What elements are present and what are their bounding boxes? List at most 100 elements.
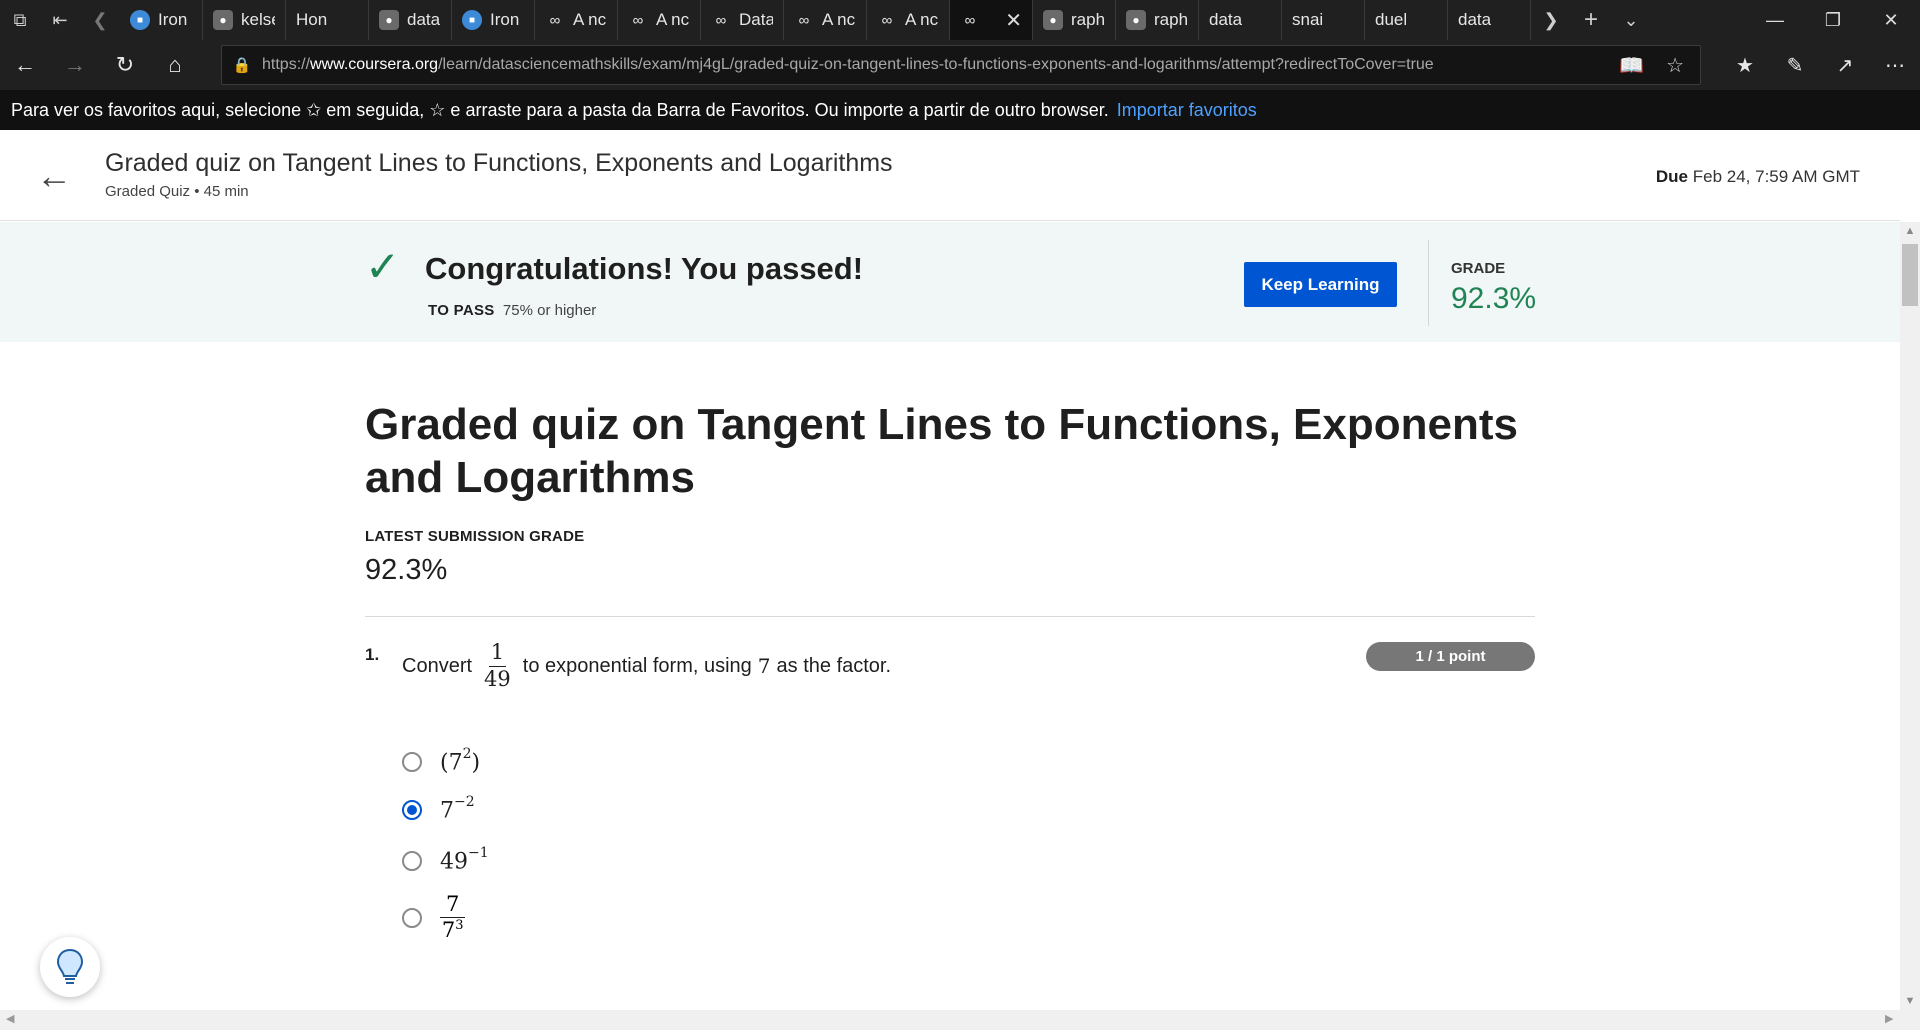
question-text-before: Convert (402, 654, 473, 677)
horizontal-scrollbar[interactable]: ◀ ▶ (0, 1010, 1920, 1030)
scroll-up-icon[interactable]: ▲ (1900, 222, 1920, 240)
browser-tab-bar: ⧉ ⇤ ❮ ■ Iron ● kelsé Hon ● data ■ Iron ∞ A nc ∞ A nc… (0, 0, 1920, 147)
option-base: (7 (440, 750, 463, 776)
tab-label: snai (1292, 10, 1324, 29)
browser-tab[interactable]: ■ Iron (120, 0, 203, 40)
github-favicon-icon: ● (379, 10, 399, 30)
browser-tab[interactable]: ● kelsé (203, 0, 286, 40)
option-math: 49−1 (440, 845, 489, 875)
section-divider (365, 616, 1535, 617)
answer-option-2[interactable]: 7−2 (402, 794, 475, 824)
close-window-icon[interactable]: ✕ (1862, 0, 1920, 40)
browser-tab[interactable]: ● raph (1116, 0, 1199, 40)
new-tab-icon[interactable]: + (1571, 0, 1611, 40)
browser-tab[interactable]: ■ Iron (452, 0, 535, 40)
browser-tab[interactable]: Hon (0, 0, 369, 147)
browser-tab[interactable]: ● raph (1033, 0, 1116, 40)
set-aside-tabs-icon[interactable]: ⇤ (40, 0, 80, 40)
scroll-tabs-left-icon[interactable]: ❮ (80, 0, 120, 40)
option-math: 7−2 (440, 794, 475, 824)
refresh-icon[interactable]: ↻ (100, 40, 150, 90)
divider (1428, 240, 1429, 326)
reading-view-icon[interactable]: 📖 (1619, 53, 1644, 78)
tab-label: kelsé (241, 10, 275, 29)
restore-icon[interactable]: ❐ (1804, 0, 1862, 40)
lightbulb-help-button[interactable] (40, 937, 100, 997)
browser-tab[interactable]: ∞ A nc (618, 0, 701, 40)
option-fraction: 7 73 (440, 892, 466, 943)
url-prefix: https:// (262, 56, 311, 73)
option-base: 7 (440, 798, 454, 824)
radio-button[interactable] (402, 907, 422, 928)
more-icon[interactable]: ⋯ (1870, 53, 1920, 78)
tab-label: Data (739, 10, 773, 29)
quiz-title: Graded quiz on Tangent Lines to Function… (365, 400, 1518, 502)
radio-button[interactable] (402, 752, 422, 773)
fraction-numerator: 1 (488, 640, 507, 667)
tab-label: duel (1375, 10, 1408, 29)
latest-grade-value: 92.3% (365, 554, 448, 586)
url-field[interactable]: 🔒 https://www.coursera.org/learn/datasci… (221, 45, 1701, 85)
browser-tab[interactable]: ∞ Data (701, 0, 784, 40)
home-icon[interactable]: ⌂ (150, 40, 200, 90)
favorite-star-icon[interactable]: ☆ (1666, 53, 1684, 78)
keep-learning-button[interactable]: Keep Learning (1244, 262, 1397, 307)
tab-label: Hon (296, 10, 328, 29)
github-favicon-icon: ● (1126, 10, 1146, 30)
scroll-down-icon[interactable]: ▼ (1900, 992, 1920, 1010)
back-icon[interactable]: ← (0, 40, 50, 90)
share-icon[interactable]: ↗ (1820, 53, 1870, 78)
grade-value: 92.3% (1451, 282, 1537, 315)
radio-button-selected[interactable] (402, 800, 422, 821)
header-title: Graded quiz on Tangent Lines to Function… (105, 149, 893, 177)
url-host: www.coursera.org (310, 56, 439, 73)
vertical-scrollbar[interactable]: ▲ ▼ (1900, 222, 1920, 1010)
browser-tab[interactable]: data (0, 0, 1282, 147)
browser-tab[interactable]: ● data (369, 0, 452, 40)
to-pass-info: TO PASS 75% or higher (428, 302, 596, 319)
browser-tab[interactable]: ∞ ✕ (950, 0, 1033, 40)
option-tail: ) (471, 750, 481, 776)
scroll-right-icon[interactable]: ▶ (1885, 1012, 1893, 1025)
tab-list-chevron-icon[interactable]: ⌄ (1611, 0, 1651, 40)
pass-message: Congratulations! You passed! (425, 251, 864, 286)
option-base: 7 (441, 918, 456, 943)
infinity-favicon-icon: ∞ (881, 11, 893, 29)
infinity-favicon-icon: ∞ (632, 11, 644, 29)
tab-label: A nc (905, 10, 939, 29)
answer-option-4[interactable]: 7 73 (402, 892, 466, 943)
points-badge: 1 / 1 point (1366, 642, 1535, 671)
infinity-favicon-icon: ∞ (715, 11, 727, 29)
option-exponent: 2 (462, 746, 472, 762)
infinity-favicon-icon: ∞ (549, 11, 561, 29)
browser-tab[interactable]: snai (0, 0, 1365, 147)
close-tab-icon[interactable]: ✕ (1005, 8, 1022, 33)
due-value: Feb 24, 7:59 AM GMT (1692, 167, 1860, 186)
favorites-list-icon[interactable]: ★ (1720, 53, 1770, 78)
scroll-left-icon[interactable]: ◀ (6, 1012, 14, 1025)
scrollbar-thumb[interactable] (1902, 244, 1918, 306)
radio-button[interactable] (402, 851, 422, 872)
answer-option-1[interactable]: (72) (402, 746, 481, 776)
tab-label: A nc (573, 10, 607, 29)
browser-tab[interactable]: duel (0, 0, 1448, 147)
github-favicon-icon: ● (213, 10, 233, 30)
option-base: 49 (440, 849, 468, 875)
browser-tab[interactable]: ∞ A nc (535, 0, 618, 40)
browser-tab[interactable]: ∞ A nc (867, 0, 950, 40)
tab-label: data (1458, 10, 1492, 29)
option-exponent: −2 (454, 794, 475, 810)
tab-actions-icon[interactable]: ⧉ (0, 0, 40, 40)
answer-option-3[interactable]: 49−1 (402, 845, 489, 875)
pen-icon[interactable]: ✎ (1770, 53, 1820, 78)
page-content: ← Graded quiz on Tangent Lines to Functi… (0, 130, 1900, 1010)
tab-label: A nc (656, 10, 690, 29)
minimize-icon[interactable]: — (1746, 0, 1804, 40)
browser-tab[interactable]: ∞ A nc (784, 0, 867, 40)
import-favorites-link[interactable]: Importar favoritos (1117, 100, 1257, 121)
back-arrow-icon[interactable]: ← (36, 158, 72, 194)
browser-tab[interactable]: data (0, 0, 1531, 147)
scroll-tabs-right-icon[interactable]: ❯ (1531, 0, 1571, 40)
forward-icon[interactable]: → (50, 40, 100, 90)
question-text-mid: to exponential form, using (522, 654, 752, 677)
